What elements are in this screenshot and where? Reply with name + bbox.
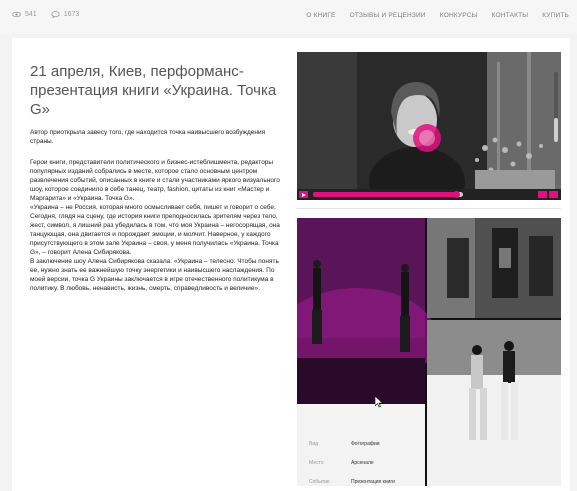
volume-icon[interactable] xyxy=(538,191,547,198)
photo-dancer-2 xyxy=(400,264,410,352)
meta-row: Место Арсенале xyxy=(309,453,479,472)
meta-key: Событие xyxy=(309,478,330,485)
article-body: Герои книги, представители политического… xyxy=(30,158,285,293)
top-bar: 541 1673 О КНИГЕ ОТЗЫВЫ И РЕЦЕНЗИИ КОНКУ… xyxy=(0,0,577,34)
meta-row: Событие Презентация книги xyxy=(309,472,479,491)
volume-level xyxy=(554,117,558,142)
nav-about-book[interactable]: О КНИГЕ xyxy=(306,12,335,19)
article-lead: Автор приоткрыла завесу того, где находи… xyxy=(30,129,266,145)
meta-key: Место xyxy=(309,459,324,466)
comment-icon xyxy=(51,11,60,18)
mouse-cursor-icon xyxy=(375,396,383,408)
divider xyxy=(297,208,561,209)
eye-icon xyxy=(12,11,21,18)
meta-value[interactable]: Фотографии xyxy=(351,441,380,447)
views-count: 541 xyxy=(25,11,37,18)
meta-key: Вид xyxy=(309,440,319,447)
comments-count: 1673 xyxy=(63,11,80,18)
video-controls xyxy=(297,189,561,200)
meta-value[interactable]: Презентация книги xyxy=(351,479,395,485)
video-progress-fill xyxy=(313,192,456,197)
article-stats: 541 1673 xyxy=(12,11,79,18)
article-paragraph: «Украина – не Россия, которая много осмы… xyxy=(30,204,280,256)
article-paragraph: Герои книги, представители политического… xyxy=(30,159,280,202)
nav-buy[interactable]: КУПИТЬ xyxy=(542,12,569,19)
nav-contests[interactable]: КОНКУРСЫ xyxy=(440,12,478,19)
volume-slider[interactable] xyxy=(554,72,558,142)
nav-contacts[interactable]: КОНТАКТЫ xyxy=(492,12,529,19)
fullscreen-icon[interactable] xyxy=(549,191,558,198)
progress-handle[interactable] xyxy=(452,191,460,198)
views-counter: 541 xyxy=(12,11,37,18)
nav-reviews[interactable]: ОТЗЫВЫ И РЕЦЕНЗИИ xyxy=(350,12,426,19)
comments-counter: 1673 xyxy=(51,11,80,18)
meta-value[interactable]: Арсенале xyxy=(351,460,374,466)
photo-dancer-1 xyxy=(312,260,322,344)
content-area: 21 апреля, Киев, перформанс-презентация … xyxy=(12,38,570,491)
play-button[interactable] xyxy=(299,191,308,198)
photo-meta: Вид Фотографии Место Арсенале Событие Пр… xyxy=(309,434,479,491)
article-paragraph: В заключение шоу Алена Сибирякова сказал… xyxy=(30,258,279,292)
video-progress-bar[interactable] xyxy=(313,191,463,198)
main-nav: О КНИГЕ ОТЗЫВЫ И РЕЦЕНЗИИ КОНКУРСЫ КОНТА… xyxy=(306,12,569,19)
video-player[interactable] xyxy=(297,52,561,200)
meta-row: Вид Фотографии xyxy=(309,434,479,453)
video-frame xyxy=(297,52,561,200)
article-title: 21 апреля, Киев, перформанс-презентация … xyxy=(30,63,277,119)
